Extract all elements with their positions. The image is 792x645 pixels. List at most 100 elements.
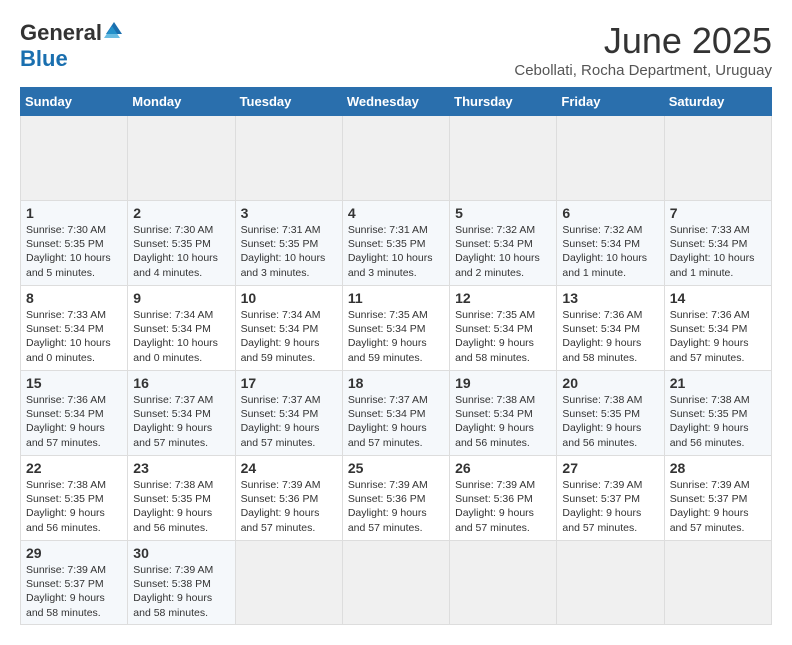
day-number: 6 <box>562 205 658 221</box>
day-info-line: Daylight: 9 hours <box>133 506 229 520</box>
day-info-line: Sunset: 5:36 PM <box>455 492 551 506</box>
day-info-line: Sunset: 5:34 PM <box>26 322 122 336</box>
day-info-line: Sunrise: 7:31 AM <box>348 223 444 237</box>
day-info-line: and 58 minutes. <box>133 606 229 620</box>
day-info-line: Sunrise: 7:33 AM <box>670 223 766 237</box>
day-info-line: and 2 minutes. <box>455 266 551 280</box>
day-info-line: Sunset: 5:37 PM <box>26 577 122 591</box>
location-title: Cebollati, Rocha Department, Uruguay <box>514 62 772 79</box>
calendar-cell: 5Sunrise: 7:32 AMSunset: 5:34 PMDaylight… <box>450 201 557 286</box>
calendar-cell: 9Sunrise: 7:34 AMSunset: 5:34 PMDaylight… <box>128 286 235 371</box>
day-info-line: Daylight: 9 hours <box>26 591 122 605</box>
calendar-cell: 8Sunrise: 7:33 AMSunset: 5:34 PMDaylight… <box>21 286 128 371</box>
day-info-line: Daylight: 9 hours <box>26 421 122 435</box>
calendar-cell <box>450 116 557 201</box>
month-title: June 2025 <box>514 20 772 62</box>
day-info-line: Sunset: 5:35 PM <box>133 492 229 506</box>
day-info-line: Sunrise: 7:35 AM <box>455 308 551 322</box>
day-info-line: Sunset: 5:38 PM <box>133 577 229 591</box>
day-number: 21 <box>670 375 766 391</box>
day-info-line: Sunset: 5:34 PM <box>133 407 229 421</box>
day-info-line: Daylight: 10 hours <box>133 251 229 265</box>
day-info-line: and 59 minutes. <box>348 351 444 365</box>
day-info-line: Sunrise: 7:35 AM <box>348 308 444 322</box>
day-info-line: Sunrise: 7:31 AM <box>241 223 337 237</box>
day-number: 2 <box>133 205 229 221</box>
day-info-line: Sunset: 5:35 PM <box>348 237 444 251</box>
day-info-line: Sunset: 5:34 PM <box>133 322 229 336</box>
calendar-cell <box>21 116 128 201</box>
day-info-line: Sunset: 5:37 PM <box>562 492 658 506</box>
day-info-line: Daylight: 9 hours <box>241 336 337 350</box>
calendar-cell <box>557 116 664 201</box>
day-info-line: Daylight: 9 hours <box>26 506 122 520</box>
day-info-line: Sunrise: 7:34 AM <box>241 308 337 322</box>
day-info-line: Sunrise: 7:36 AM <box>562 308 658 322</box>
day-info-line: Sunset: 5:34 PM <box>670 237 766 251</box>
logo-blue-text: Blue <box>20 46 68 72</box>
day-info-line: Sunrise: 7:39 AM <box>670 478 766 492</box>
calendar-table: SundayMondayTuesdayWednesdayThursdayFrid… <box>20 87 772 625</box>
day-info-line: Sunrise: 7:36 AM <box>26 393 122 407</box>
day-info-line: Sunrise: 7:38 AM <box>455 393 551 407</box>
logo-icon <box>104 20 122 38</box>
day-info-line: and 56 minutes. <box>26 521 122 535</box>
day-number: 13 <box>562 290 658 306</box>
calendar-cell: 2Sunrise: 7:30 AMSunset: 5:35 PMDaylight… <box>128 201 235 286</box>
calendar-cell <box>342 116 449 201</box>
calendar-cell: 10Sunrise: 7:34 AMSunset: 5:34 PMDayligh… <box>235 286 342 371</box>
day-info-line: Daylight: 10 hours <box>26 251 122 265</box>
weekday-header-sunday: Sunday <box>21 88 128 116</box>
day-info-line: and 57 minutes. <box>455 521 551 535</box>
day-info-line: Daylight: 9 hours <box>241 506 337 520</box>
calendar-cell: 7Sunrise: 7:33 AMSunset: 5:34 PMDaylight… <box>664 201 771 286</box>
day-info-line: Daylight: 10 hours <box>241 251 337 265</box>
calendar-cell: 14Sunrise: 7:36 AMSunset: 5:34 PMDayligh… <box>664 286 771 371</box>
day-info-line: Sunset: 5:36 PM <box>241 492 337 506</box>
day-number: 15 <box>26 375 122 391</box>
day-info-line: Sunset: 5:35 PM <box>133 237 229 251</box>
day-number: 10 <box>241 290 337 306</box>
calendar-week-row: 22Sunrise: 7:38 AMSunset: 5:35 PMDayligh… <box>21 456 772 541</box>
day-info-line: Sunrise: 7:37 AM <box>241 393 337 407</box>
day-info-line: Daylight: 9 hours <box>133 421 229 435</box>
day-info-line: Sunset: 5:36 PM <box>348 492 444 506</box>
day-info-line: Daylight: 9 hours <box>670 336 766 350</box>
day-info-line: Sunset: 5:37 PM <box>670 492 766 506</box>
day-info-line: Sunrise: 7:33 AM <box>26 308 122 322</box>
calendar-cell: 11Sunrise: 7:35 AMSunset: 5:34 PMDayligh… <box>342 286 449 371</box>
day-info-line: Sunrise: 7:39 AM <box>562 478 658 492</box>
day-info-line: and 56 minutes. <box>133 521 229 535</box>
day-number: 3 <box>241 205 337 221</box>
calendar-week-row <box>21 116 772 201</box>
calendar-week-row: 15Sunrise: 7:36 AMSunset: 5:34 PMDayligh… <box>21 371 772 456</box>
calendar-cell: 28Sunrise: 7:39 AMSunset: 5:37 PMDayligh… <box>664 456 771 541</box>
day-number: 14 <box>670 290 766 306</box>
day-info-line: and 0 minutes. <box>133 351 229 365</box>
day-info-line: Sunset: 5:34 PM <box>670 322 766 336</box>
day-info-line: and 57 minutes. <box>26 436 122 450</box>
calendar-cell <box>664 116 771 201</box>
calendar-week-row: 1Sunrise: 7:30 AMSunset: 5:35 PMDaylight… <box>21 201 772 286</box>
day-info-line: Daylight: 10 hours <box>133 336 229 350</box>
day-info-line: Sunrise: 7:30 AM <box>26 223 122 237</box>
calendar-cell: 19Sunrise: 7:38 AMSunset: 5:34 PMDayligh… <box>450 371 557 456</box>
day-info-line: and 57 minutes. <box>241 436 337 450</box>
day-info-line: Sunset: 5:34 PM <box>348 407 444 421</box>
day-info-line: Sunset: 5:34 PM <box>562 237 658 251</box>
day-number: 16 <box>133 375 229 391</box>
day-number: 19 <box>455 375 551 391</box>
calendar-week-row: 8Sunrise: 7:33 AMSunset: 5:34 PMDaylight… <box>21 286 772 371</box>
day-info-line: and 1 minute. <box>670 266 766 280</box>
day-info-line: Sunset: 5:34 PM <box>241 407 337 421</box>
day-info-line: Daylight: 9 hours <box>562 336 658 350</box>
day-number: 9 <box>133 290 229 306</box>
day-info-line: Sunset: 5:35 PM <box>241 237 337 251</box>
day-info-line: and 56 minutes. <box>455 436 551 450</box>
day-number: 20 <box>562 375 658 391</box>
day-number: 7 <box>670 205 766 221</box>
day-info-line: Daylight: 9 hours <box>670 421 766 435</box>
day-info-line: Sunset: 5:35 PM <box>26 492 122 506</box>
day-info-line: and 57 minutes. <box>348 436 444 450</box>
day-number: 17 <box>241 375 337 391</box>
